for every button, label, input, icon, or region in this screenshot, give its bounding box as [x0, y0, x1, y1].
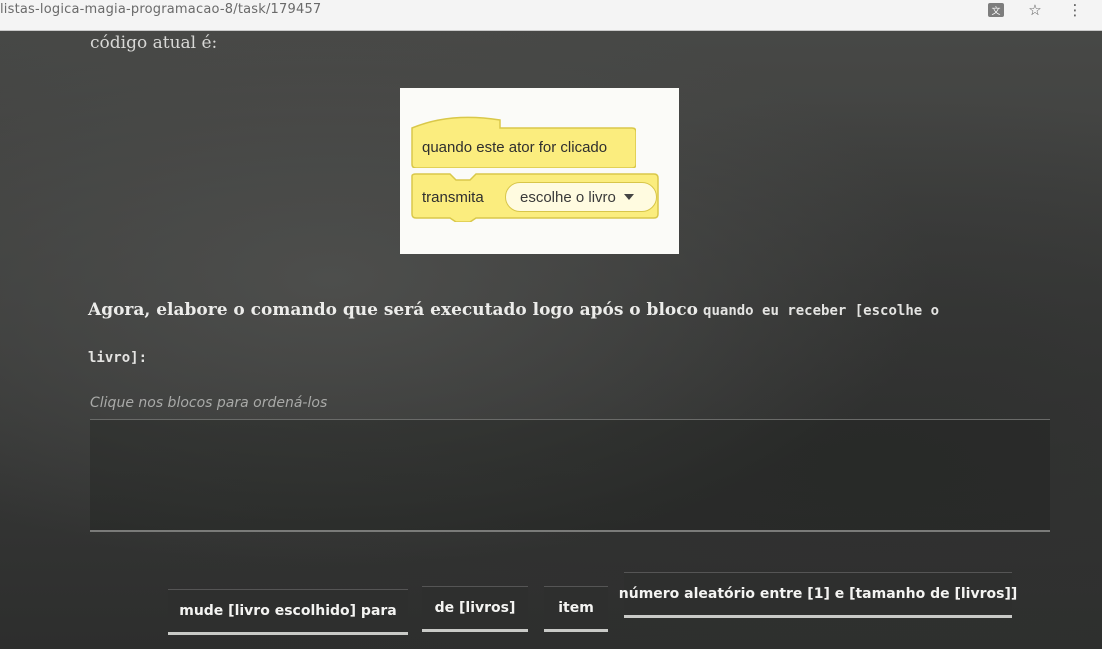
broadcast-block: transmita escolhe o livro	[410, 172, 660, 222]
browser-toolbar-icons: 文 ☆ ⋮	[988, 1, 1084, 19]
url-text[interactable]: listas-logica-magia-programacao-8/task/1…	[0, 2, 321, 17]
option-block-of-list[interactable]: de [livros]	[422, 586, 528, 632]
chevron-down-icon	[623, 194, 634, 200]
star-icon[interactable]: ☆	[1026, 1, 1044, 19]
option-block-item[interactable]: item	[544, 586, 608, 632]
option-block-random-number[interactable]: número aleatório entre [1] e [tamanho de…	[619, 572, 1017, 618]
hat-block-label: quando este ator for clicado	[422, 139, 608, 156]
question-text: Agora, elabore o comando que será execut…	[88, 287, 988, 381]
message-dropdown-value: escolhe o livro	[520, 188, 616, 206]
intro-text: código atual é:	[90, 33, 218, 53]
question-statement: Agora, elabore o comando que será execut…	[88, 300, 698, 320]
question-suffix: :	[138, 350, 148, 366]
option-block-set-variable[interactable]: mude [livro escolhido] para	[168, 589, 408, 635]
code-blocks-image: quando este ator for clicado transmita e…	[400, 88, 679, 254]
translate-icon[interactable]: 文	[988, 3, 1004, 17]
message-dropdown: escolhe o livro	[505, 182, 657, 212]
event-hat-block: quando este ator for clicado	[410, 112, 636, 168]
broadcast-label: transmita	[422, 189, 484, 206]
lesson-board: código atual é: quando este ator for cli…	[0, 31, 1102, 649]
kebab-menu-icon[interactable]: ⋮	[1066, 1, 1084, 19]
instruction-hint: Clique nos blocos para ordená-los	[90, 395, 328, 411]
browser-address-bar[interactable]: listas-logica-magia-programacao-8/task/1…	[0, 0, 1102, 31]
answer-drop-area[interactable]	[90, 419, 1050, 532]
